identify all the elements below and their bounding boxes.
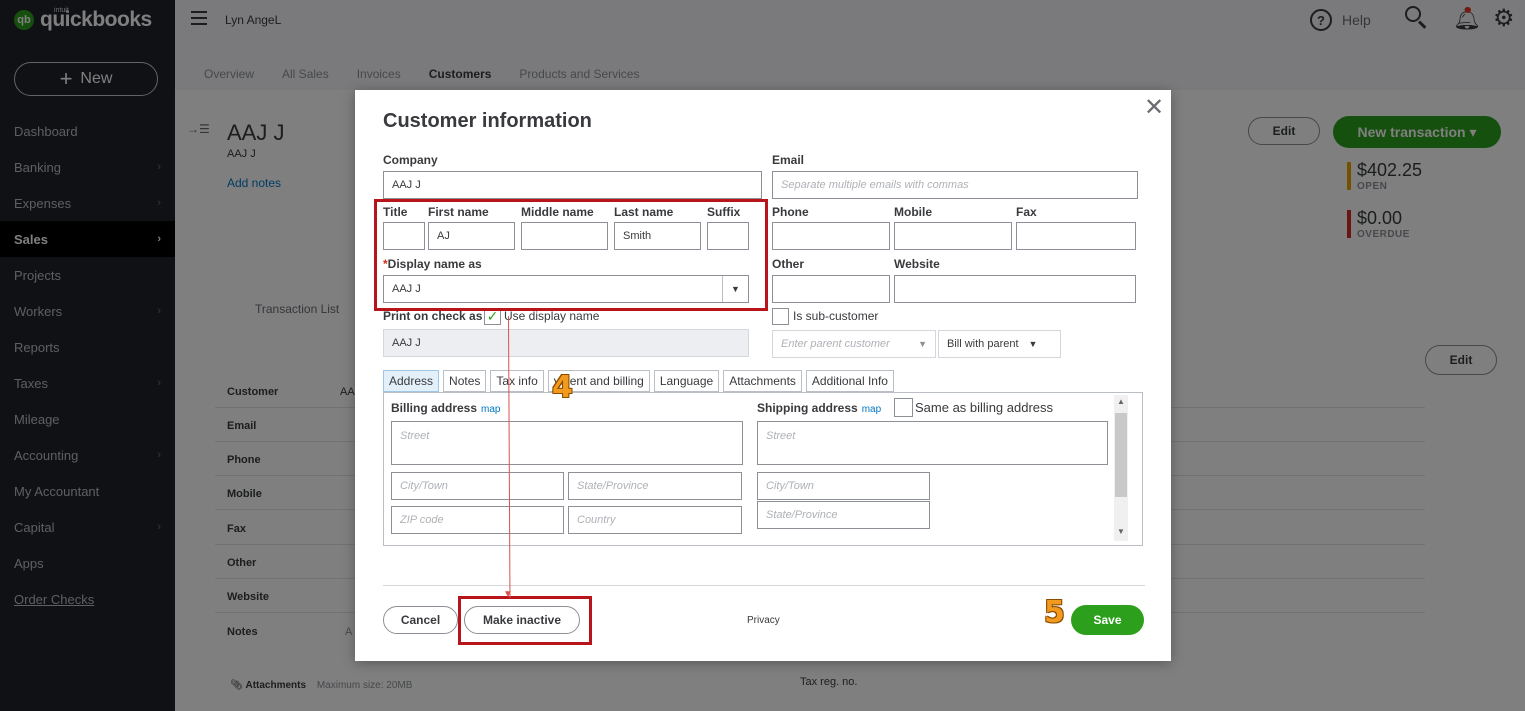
close-icon[interactable]: ✕: [1144, 93, 1164, 122]
use-display-name-label: Use display name: [504, 309, 600, 323]
mobile-label: Mobile: [894, 205, 932, 219]
sub-customer-label: Is sub-customer: [793, 309, 879, 323]
billing-map-link[interactable]: map: [481, 404, 500, 415]
tab-language[interactable]: Language: [653, 370, 720, 392]
company-input[interactable]: AAJ J: [383, 171, 762, 199]
parent-customer-placeholder: Enter parent customer: [781, 338, 890, 350]
tab-additional-info[interactable]: Additional Info: [805, 370, 894, 392]
dropdown-arrow-icon: ▼: [1028, 339, 1038, 349]
other-label: Other: [772, 257, 805, 271]
print-on-check-input[interactable]: AAJ J: [383, 329, 749, 357]
billing-street-input[interactable]: Street: [391, 421, 743, 465]
shipping-state-input[interactable]: State/Province: [757, 501, 930, 529]
step-4-marker: 4: [552, 370, 573, 405]
name-fields-highlight: [374, 199, 768, 311]
fax-input[interactable]: [1016, 222, 1136, 250]
billing-state-input[interactable]: State/Province: [568, 472, 742, 500]
privacy-link[interactable]: Privacy: [747, 615, 780, 626]
bill-with-parent-label: Bill with parent: [947, 338, 1019, 350]
tab-attachments[interactable]: Attachments: [723, 370, 802, 392]
phone-label: Phone: [772, 205, 809, 219]
scroll-down-icon[interactable]: ▼: [1117, 527, 1125, 536]
tab-address[interactable]: Address: [383, 370, 440, 392]
shipping-street-input[interactable]: Street: [757, 421, 1108, 465]
tab-notes[interactable]: Notes: [443, 370, 487, 392]
bill-with-parent-select[interactable]: Bill with parent ▼: [938, 330, 1061, 358]
make-inactive-highlight: [458, 596, 592, 645]
billing-address-label: Billing address map: [391, 401, 500, 415]
print-on-check-label: Print on check as: [383, 309, 483, 323]
fax-label: Fax: [1016, 205, 1037, 219]
phone-input[interactable]: [772, 222, 890, 250]
billing-country-input[interactable]: Country: [568, 506, 742, 534]
footer-divider: [383, 585, 1145, 586]
tab-tax-info[interactable]: Tax info: [490, 370, 544, 392]
cancel-button[interactable]: Cancel: [383, 606, 458, 634]
sub-customer-checkbox[interactable]: [772, 308, 789, 325]
shipping-city-input[interactable]: City/Town: [757, 472, 930, 500]
scroll-up-icon[interactable]: ▲: [1117, 397, 1125, 406]
dialog-title: Customer information: [383, 110, 592, 132]
save-button[interactable]: Save: [1071, 605, 1144, 635]
customer-info-tabs: Address Notes Tax info yment and billing…: [383, 370, 894, 392]
customer-information-dialog: Customer information ✕ Company AAJ J Ema…: [355, 90, 1171, 661]
shipping-map-link[interactable]: map: [862, 404, 881, 415]
same-as-billing-label: Same as billing address: [915, 400, 1054, 415]
billing-city-input[interactable]: City/Town: [391, 472, 564, 500]
shipping-address-label: Shipping address map: [757, 401, 881, 415]
shipping-address-text: Shipping address: [757, 401, 858, 415]
same-as-billing-checkbox[interactable]: [894, 398, 913, 417]
address-scrollbar[interactable]: ▲ ▼: [1114, 395, 1128, 541]
email-input[interactable]: Separate multiple emails with commas: [772, 171, 1138, 199]
scroll-thumb[interactable]: [1115, 413, 1127, 497]
address-panel: Billing address map Street City/Town Stat…: [383, 392, 1143, 546]
other-input[interactable]: [772, 275, 890, 303]
website-label: Website: [894, 257, 940, 271]
parent-customer-select[interactable]: Enter parent customer ▼: [772, 330, 936, 358]
company-label: Company: [383, 153, 438, 167]
website-input[interactable]: [894, 275, 1136, 303]
dropdown-arrow-icon: ▼: [918, 339, 927, 349]
billing-zip-input[interactable]: ZIP code: [391, 506, 564, 534]
arrow-head-icon: ▼: [503, 589, 513, 600]
mobile-input[interactable]: [894, 222, 1012, 250]
step-5-marker: 5: [1044, 595, 1065, 630]
billing-address-text: Billing address: [391, 401, 478, 415]
email-label: Email: [772, 153, 805, 167]
